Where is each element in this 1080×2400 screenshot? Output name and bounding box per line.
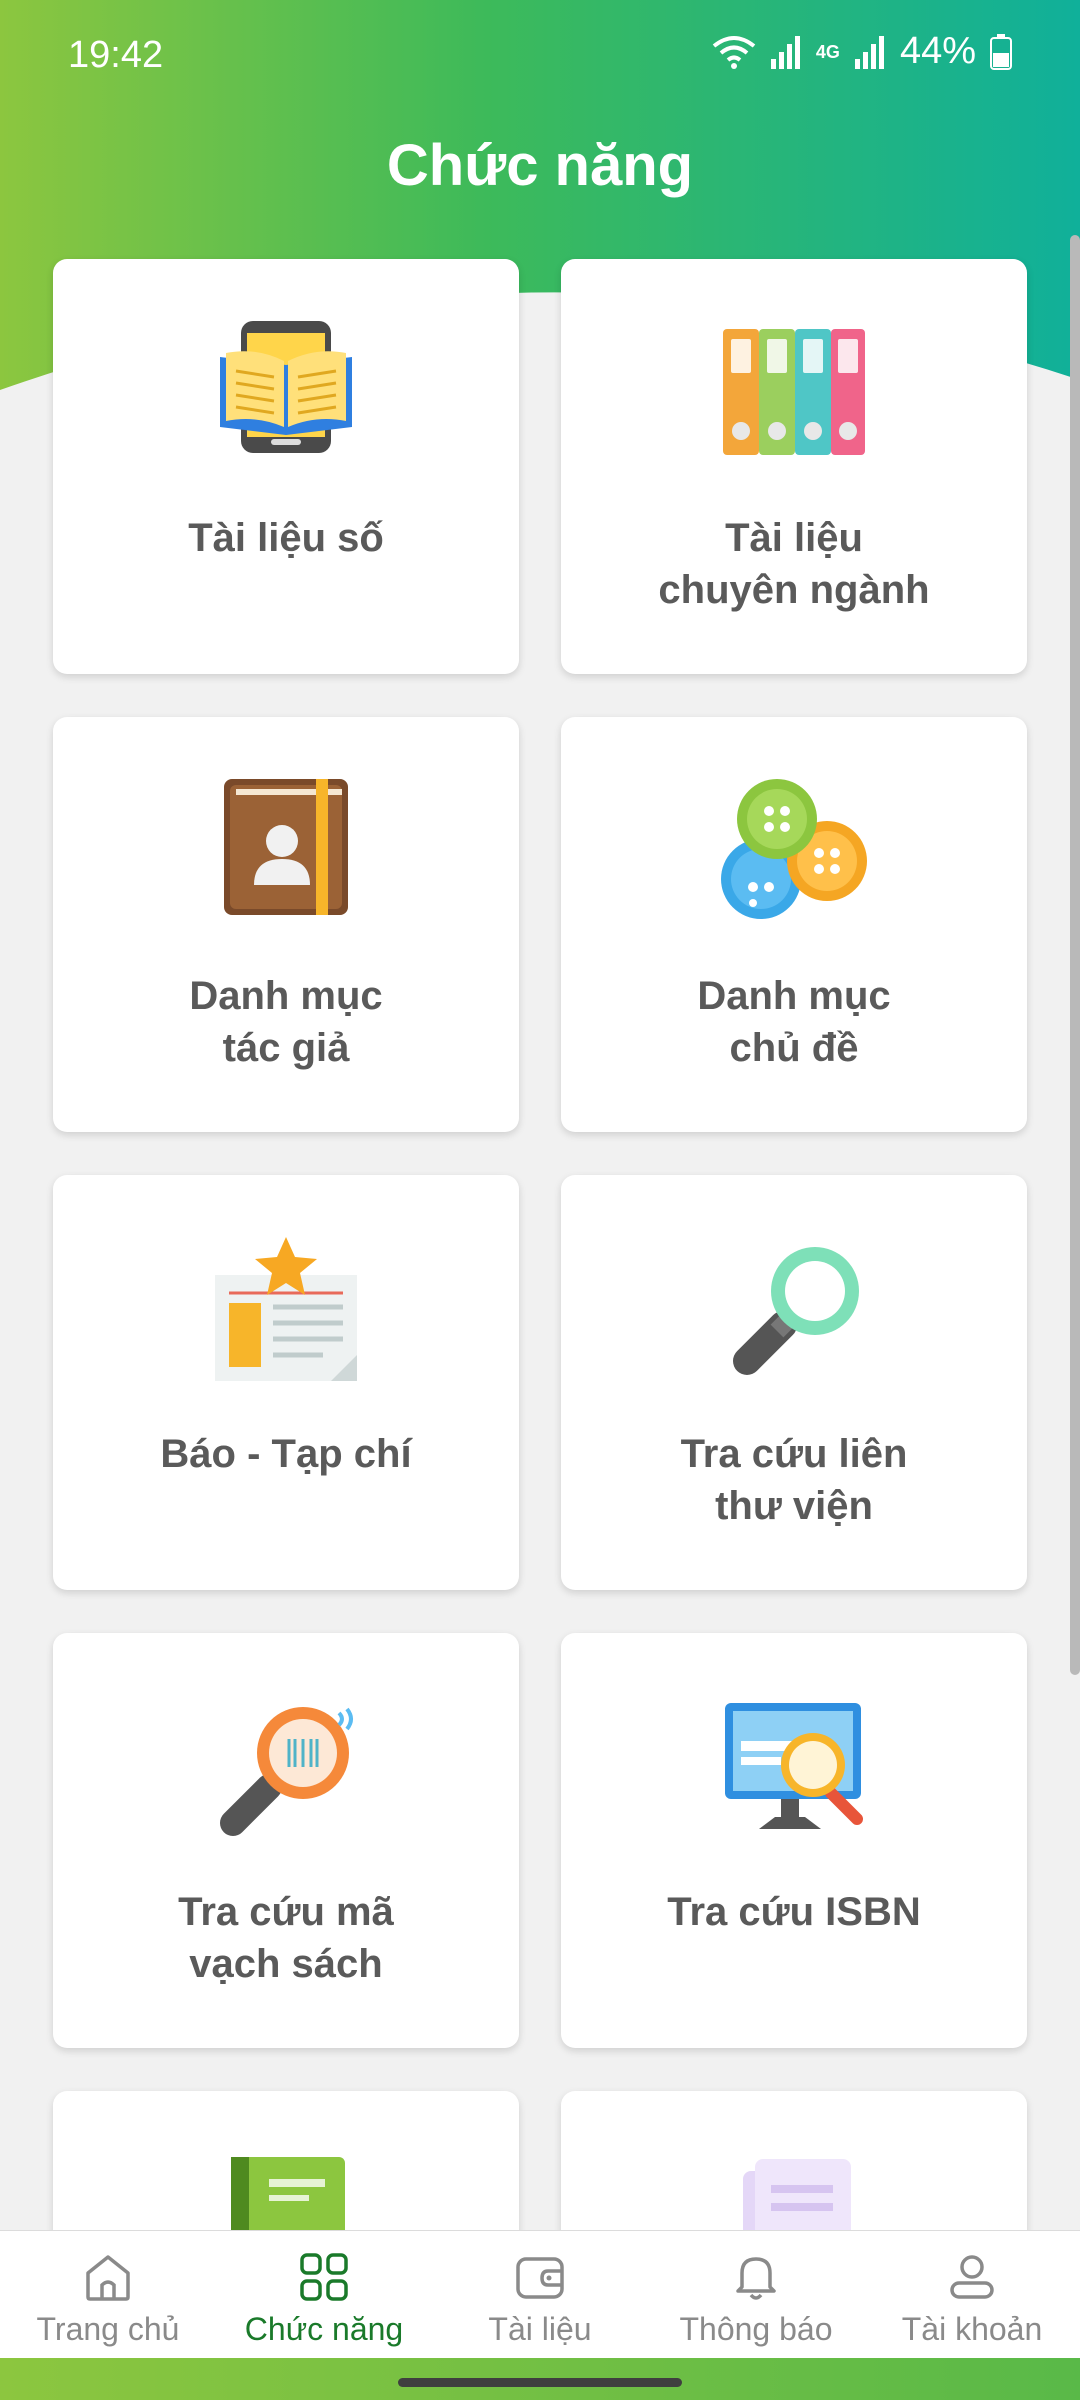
bell-icon: [736, 2257, 776, 2300]
card-author-catalog[interactable]: Danh mục tác giả: [53, 717, 519, 1132]
card-topic-catalog[interactable]: Danh mục chủ đề: [561, 717, 1027, 1132]
newspaper-icon: [53, 1235, 519, 1381]
card-label: Tra cứu ISBN: [667, 1890, 921, 1934]
card-label: Báo - Tạp chí: [160, 1432, 412, 1476]
user-icon: [950, 2255, 994, 2299]
green-book-icon: [53, 2151, 519, 2230]
binders-icon: [561, 319, 1027, 459]
card-label: Danh mục chủ đề: [697, 974, 891, 1070]
card-partial-left[interactable]: [53, 2091, 519, 2230]
card-partial-right[interactable]: [561, 2091, 1027, 2230]
card-library-search[interactable]: Tra cứu liên thư viện: [561, 1175, 1027, 1590]
document-icon: [561, 2151, 1027, 2230]
grid-icon: [300, 2253, 348, 2301]
home-icon: [86, 2255, 130, 2301]
bottom-navigation: Trang chủ Chức năng Tài liệu Thông báo T…: [0, 2230, 1080, 2358]
nav-label: Tài liệu: [488, 2311, 592, 2347]
card-digital-documents[interactable]: Tài liệu số: [53, 259, 519, 674]
card-specialized-documents[interactable]: Tài liệu chuyên ngành: [561, 259, 1027, 674]
magnifier-icon: [561, 1235, 1027, 1375]
home-gesture-bar[interactable]: [398, 2378, 682, 2387]
nav-label: Chức năng: [244, 2311, 404, 2347]
barcode-search-icon: [53, 1693, 519, 1836]
card-label: Danh mục tác giả: [189, 974, 383, 1070]
nav-functions[interactable]: Chức năng: [216, 2231, 432, 2358]
nav-home[interactable]: Trang chủ: [0, 2231, 216, 2358]
scrollbar[interactable]: [1070, 235, 1080, 1675]
digital-book-icon: [53, 319, 519, 459]
card-isbn-search[interactable]: Tra cứu ISBN: [561, 1633, 1027, 2048]
nav-account[interactable]: Tài khoản: [864, 2231, 1080, 2358]
card-newspapers[interactable]: Báo - Tạp chí: [53, 1175, 519, 1590]
wallet-icon: [516, 2257, 564, 2299]
nav-label: Thông báo: [679, 2311, 833, 2347]
function-grid: Tài liệu số Tài liệu chuyên ngành Danh m…: [0, 0, 1080, 2230]
nav-documents[interactable]: Tài liệu: [432, 2231, 648, 2358]
nav-label: Tài khoản: [901, 2311, 1043, 2347]
nav-label: Trang chủ: [36, 2311, 180, 2347]
card-label: Tra cứu liên thư viện: [680, 1432, 908, 1528]
card-label: Tra cứu mã vạch sách: [178, 1890, 394, 1986]
buttons-icon: [561, 777, 1027, 919]
card-label: Tài liệu số: [188, 516, 384, 560]
monitor-search-icon: [561, 1693, 1027, 1833]
card-barcode-search[interactable]: Tra cứu mã vạch sách: [53, 1633, 519, 2048]
card-label: Tài liệu chuyên ngành: [658, 516, 930, 612]
nav-notifications[interactable]: Thông báo: [648, 2231, 864, 2358]
contact-book-icon: [53, 777, 519, 917]
